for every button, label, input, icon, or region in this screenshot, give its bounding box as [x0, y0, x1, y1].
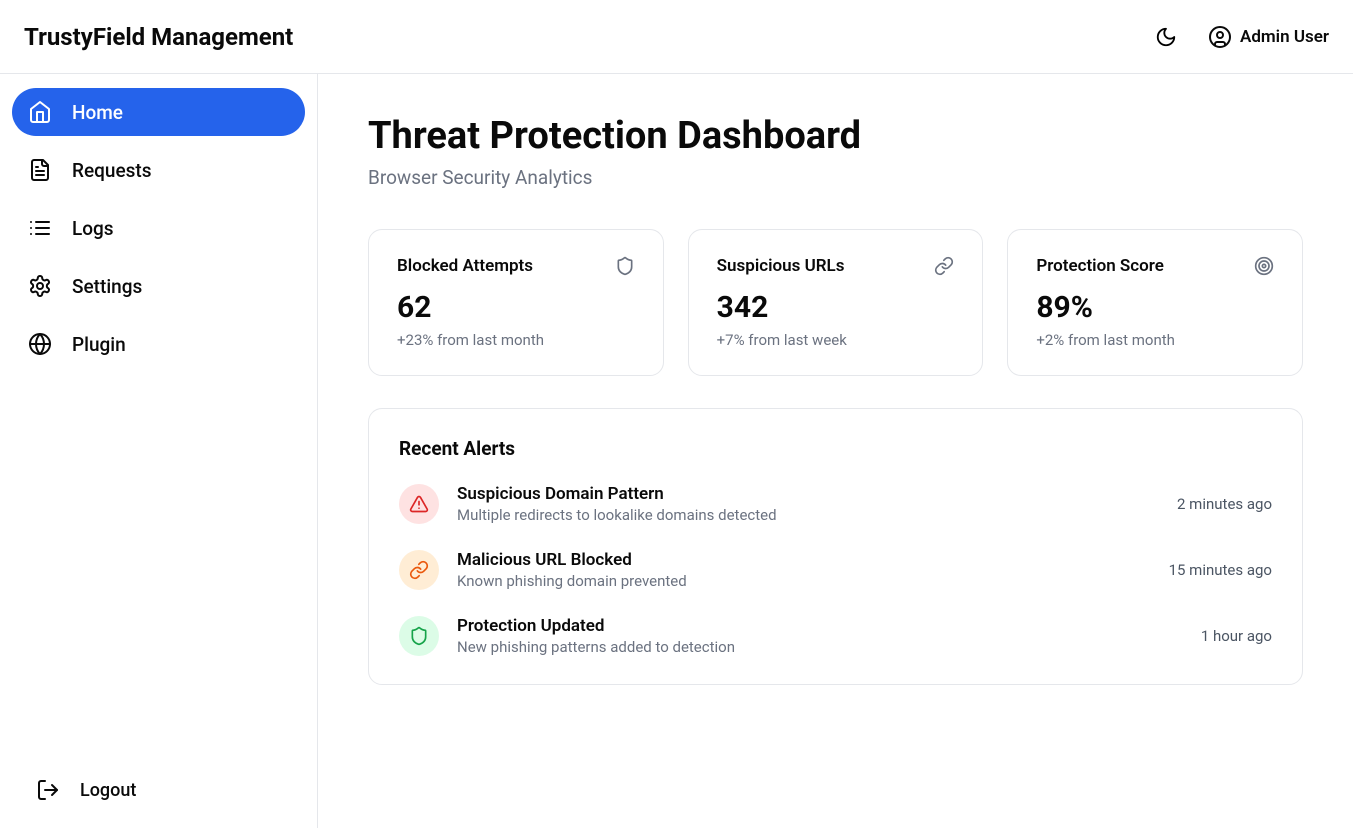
stat-label: Suspicious URLs	[717, 256, 845, 276]
user-info[interactable]: Admin User	[1208, 25, 1329, 49]
alert-item[interactable]: Suspicious Domain Pattern Multiple redir…	[399, 484, 1272, 524]
header-right: Admin User	[1148, 19, 1329, 55]
stats-grid: Blocked Attempts 62 +23% from last month…	[368, 229, 1303, 376]
alerts-title: Recent Alerts	[399, 437, 1272, 460]
alert-desc: Multiple redirects to lookalike domains …	[457, 506, 1159, 524]
stat-value: 342	[717, 290, 955, 325]
user-name: Admin User	[1240, 27, 1329, 47]
alert-title: Suspicious Domain Pattern	[457, 484, 1159, 504]
stat-value: 62	[397, 290, 635, 325]
globe-icon	[28, 332, 52, 356]
sidebar-item-settings[interactable]: Settings	[12, 262, 305, 310]
sidebar-item-label: Settings	[72, 275, 142, 298]
link-icon	[409, 560, 429, 580]
alert-time: 1 hour ago	[1201, 627, 1272, 645]
sidebar-item-plugin[interactable]: Plugin	[12, 320, 305, 368]
nav-items: Home Requests Logs Settings Plugin	[12, 88, 305, 368]
sidebar-item-label: Home	[72, 101, 123, 124]
warning-icon	[409, 494, 429, 514]
theme-toggle-button[interactable]	[1148, 19, 1184, 55]
app-header: TrustyField Management Admin User	[0, 0, 1353, 74]
stat-change: +2% from last month	[1036, 331, 1274, 349]
alert-item[interactable]: Malicious URL Blocked Known phishing dom…	[399, 550, 1272, 590]
alert-title: Malicious URL Blocked	[457, 550, 1151, 570]
stat-change: +23% from last month	[397, 331, 635, 349]
main-content: Threat Protection Dashboard Browser Secu…	[318, 74, 1353, 828]
sidebar-item-requests[interactable]: Requests	[12, 146, 305, 194]
stat-card-score: Protection Score 89% +2% from last month	[1007, 229, 1303, 376]
page-title: Threat Protection Dashboard	[368, 114, 1303, 158]
user-circle-icon	[1208, 25, 1232, 49]
target-icon	[1254, 256, 1274, 276]
logout-icon	[36, 778, 60, 802]
alert-desc: New phishing patterns added to detection	[457, 638, 1183, 656]
logout-label: Logout	[80, 780, 136, 801]
stat-label: Blocked Attempts	[397, 256, 533, 276]
alert-desc: Known phishing domain prevented	[457, 572, 1151, 590]
sidebar-item-label: Plugin	[72, 333, 126, 356]
alerts-card: Recent Alerts Suspicious Domain Pattern …	[368, 408, 1303, 685]
stat-change: +7% from last week	[717, 331, 955, 349]
sidebar-item-label: Logs	[72, 217, 114, 240]
sidebar-item-logs[interactable]: Logs	[12, 204, 305, 252]
gear-icon	[28, 274, 52, 298]
moon-icon	[1155, 26, 1177, 48]
alert-icon-wrap	[399, 484, 439, 524]
page-subtitle: Browser Security Analytics	[368, 166, 1303, 189]
alert-time: 15 minutes ago	[1169, 561, 1272, 579]
alert-icon-wrap	[399, 550, 439, 590]
sidebar-item-home[interactable]: Home	[12, 88, 305, 136]
shield-icon	[615, 256, 635, 276]
alert-item[interactable]: Protection Updated New phishing patterns…	[399, 616, 1272, 656]
list-icon	[28, 216, 52, 240]
sidebar-item-label: Requests	[72, 159, 152, 182]
alert-title: Protection Updated	[457, 616, 1183, 636]
alert-icon-wrap	[399, 616, 439, 656]
alert-time: 2 minutes ago	[1177, 495, 1272, 513]
sidebar: Home Requests Logs Settings Plugin Logou…	[0, 74, 318, 828]
logout-button[interactable]: Logout	[12, 766, 305, 814]
stat-label: Protection Score	[1036, 256, 1164, 276]
link-icon	[934, 256, 954, 276]
shield-icon	[409, 626, 429, 646]
stat-value: 89%	[1036, 290, 1274, 325]
stat-card-blocked: Blocked Attempts 62 +23% from last month	[368, 229, 664, 376]
file-icon	[28, 158, 52, 182]
home-icon	[28, 100, 52, 124]
app-title: TrustyField Management	[24, 23, 293, 51]
stat-card-suspicious: Suspicious URLs 342 +7% from last week	[688, 229, 984, 376]
